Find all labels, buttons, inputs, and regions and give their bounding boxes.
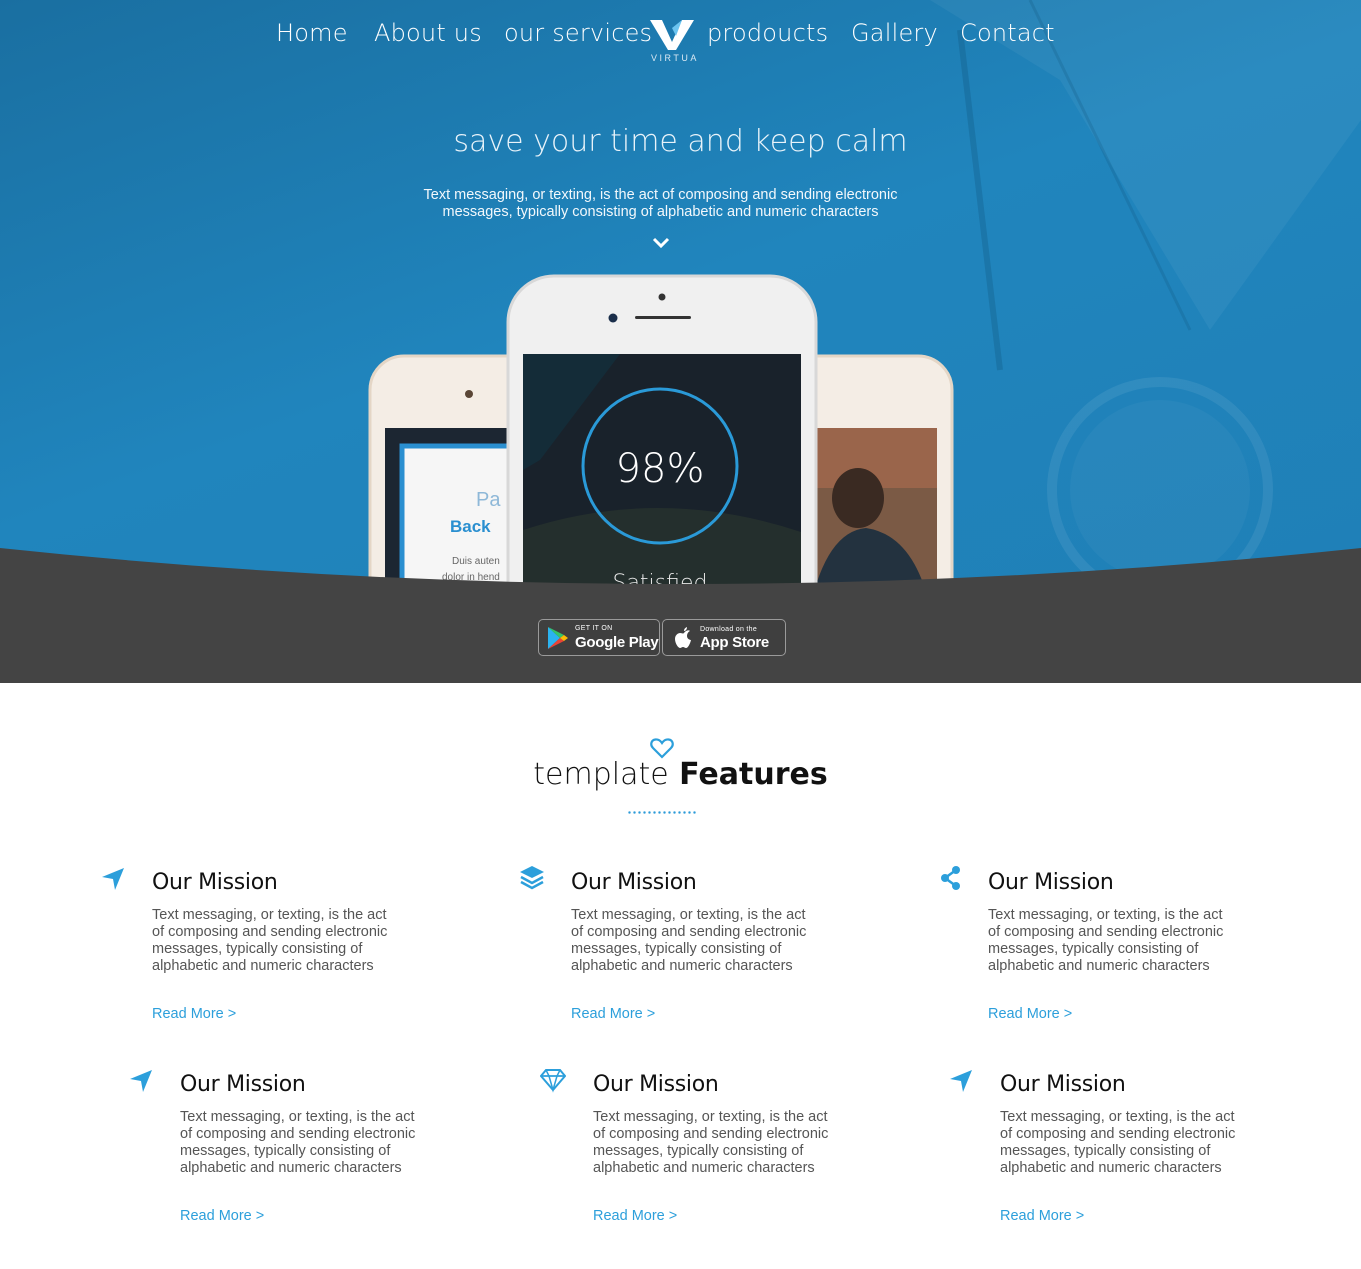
feature-text: Text messaging, or texting, is the act o… — [593, 1109, 829, 1176]
google-play-button[interactable]: GET IT ON Google Play — [538, 619, 660, 656]
google-play-small: GET IT ON — [575, 625, 613, 632]
feature-title: Our Mission — [152, 870, 278, 895]
dark-band — [0, 548, 1361, 683]
nav-gallery[interactable]: Gallery — [851, 19, 938, 47]
feature-title: Our Mission — [180, 1072, 306, 1097]
satisfied-percentage: 98% — [616, 446, 705, 492]
google-play-big: Google Play — [575, 634, 659, 651]
location-arrow-icon — [130, 1070, 152, 1092]
left-phone-text-1: Pa — [476, 489, 501, 511]
apple-icon — [675, 627, 691, 648]
nav-home[interactable]: Home — [276, 19, 348, 47]
nav-our-services[interactable]: our services — [504, 19, 652, 47]
features-title: template Features — [0, 757, 1361, 792]
features-title-bold: Features — [679, 757, 828, 792]
diamond-icon — [540, 1069, 566, 1093]
read-more-link[interactable]: Read More > — [180, 1208, 264, 1224]
app-store-button[interactable]: Download on the App Store — [662, 619, 786, 656]
main-nav: Home About us our services VIRTUA prodou… — [0, 0, 1361, 70]
nav-contact[interactable]: Contact — [960, 19, 1055, 47]
feature-text: Text messaging, or texting, is the act o… — [988, 907, 1224, 974]
share-icon — [941, 866, 960, 890]
feature-text: Text messaging, or texting, is the act o… — [1000, 1109, 1236, 1176]
nav-about-us[interactable]: About us — [374, 19, 482, 47]
title-dotted-divider — [627, 811, 696, 814]
feature-text: Text messaging, or texting, is the act o… — [571, 907, 807, 974]
feature-title: Our Mission — [571, 870, 697, 895]
chevron-down-icon[interactable] — [652, 237, 670, 249]
feature-text: Text messaging, or texting, is the act o… — [180, 1109, 416, 1176]
location-arrow-icon — [950, 1070, 972, 1092]
feature-title: Our Mission — [1000, 1072, 1126, 1097]
logo-text: VIRTUA — [651, 53, 699, 63]
hero-subline: Text messaging, or texting, is the act o… — [423, 187, 898, 220]
app-store-small: Download on the — [700, 626, 758, 633]
layers-icon — [520, 866, 544, 890]
feature-text: Text messaging, or texting, is the act o… — [152, 907, 388, 974]
features-title-light: template — [533, 757, 669, 792]
left-phone-text-2: Back — [450, 517, 491, 536]
location-arrow-icon — [102, 868, 124, 890]
feature-title: Our Mission — [593, 1072, 719, 1097]
read-more-link[interactable]: Read More > — [1000, 1208, 1084, 1224]
nav-products[interactable]: prodoucts — [707, 19, 828, 47]
read-more-link[interactable]: Read More > — [152, 1006, 236, 1022]
google-play-icon — [548, 627, 568, 649]
feature-title: Our Mission — [988, 870, 1114, 895]
hero-section: Home About us our services VIRTUA prodou… — [0, 0, 1361, 683]
hero-headline: save your time and keep calm — [453, 124, 908, 159]
heart-icon — [650, 738, 674, 759]
read-more-link[interactable]: Read More > — [571, 1006, 655, 1022]
read-more-link[interactable]: Read More > — [593, 1208, 677, 1224]
read-more-link[interactable]: Read More > — [988, 1006, 1072, 1022]
app-store-big: App Store — [700, 634, 769, 651]
